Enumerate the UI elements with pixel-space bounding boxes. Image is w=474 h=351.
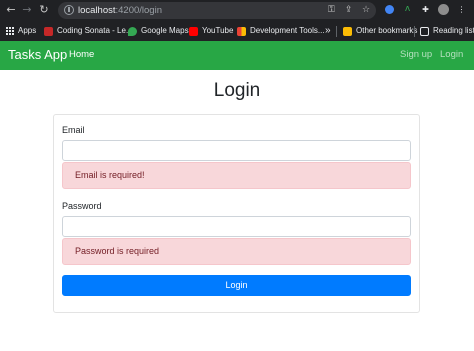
app-navbar: Tasks App Home Sign up Login bbox=[0, 41, 474, 70]
bookmark-label: Coding Sonata - Le... bbox=[57, 26, 133, 35]
email-error-alert: Email is required! bbox=[62, 162, 411, 189]
nav-signup-link[interactable]: Sign up bbox=[400, 49, 432, 61]
address-bar-row: ← → ↻ localhost:4200/login ⚿ ⇪ ☆ ʌ ✚ ⋮ bbox=[0, 0, 474, 21]
bookmark-development-tools[interactable]: Development Tools... bbox=[237, 24, 325, 38]
navbar-brand[interactable]: Tasks App bbox=[8, 47, 67, 63]
menu-kebab-icon[interactable]: ⋮ bbox=[456, 4, 467, 15]
bookmark-label: YouTube bbox=[202, 26, 234, 35]
password-field[interactable] bbox=[62, 216, 411, 237]
login-button[interactable]: Login bbox=[62, 275, 411, 296]
share-icon[interactable]: ⇪ bbox=[345, 4, 353, 17]
bookmark-label: Google Maps bbox=[141, 26, 189, 35]
nav-home-link[interactable]: Home bbox=[69, 49, 94, 61]
bookmark-youtube[interactable]: YouTube bbox=[189, 24, 233, 38]
bookmarks-bar: Apps Coding Sonata - Le... Google Maps Y… bbox=[0, 21, 474, 42]
bookmark-label: Apps bbox=[18, 26, 37, 35]
reload-icon[interactable]: ↻ bbox=[37, 2, 51, 18]
other-bookmarks[interactable]: Other bookmarks bbox=[343, 24, 417, 38]
development-tools-icon bbox=[237, 26, 246, 36]
back-icon[interactable]: ← bbox=[4, 2, 18, 18]
star-icon[interactable]: ☆ bbox=[362, 4, 370, 17]
extension-icon[interactable]: ʌ bbox=[402, 4, 413, 15]
bookmark-label: Development Tools... bbox=[250, 26, 325, 35]
nav-login-link[interactable]: Login bbox=[440, 49, 463, 61]
reading-list[interactable]: Reading list bbox=[420, 24, 474, 38]
password-label: Password bbox=[62, 201, 102, 211]
bookmarks-overflow-button[interactable]: » bbox=[325, 24, 331, 38]
puzzle-icon[interactable]: ✚ bbox=[420, 4, 431, 15]
bookmarks-divider bbox=[414, 26, 415, 37]
reading-list-icon bbox=[420, 26, 429, 36]
address-bar[interactable]: localhost:4200/login ⚿ ⇪ ☆ bbox=[58, 2, 376, 19]
password-error-alert: Password is required bbox=[62, 238, 411, 265]
url-host: localhost bbox=[78, 5, 116, 16]
info-icon[interactable] bbox=[64, 5, 74, 15]
bookmarks-divider bbox=[336, 26, 337, 37]
profile-extension-icon[interactable] bbox=[385, 5, 394, 14]
key-icon[interactable]: ⚿ bbox=[328, 4, 335, 17]
folder-icon bbox=[343, 26, 352, 36]
google-maps-icon bbox=[128, 26, 137, 36]
other-bookmarks-label: Other bookmarks bbox=[356, 26, 418, 35]
browser-chrome: ← → ↻ localhost:4200/login ⚿ ⇪ ☆ ʌ ✚ ⋮ A… bbox=[0, 0, 474, 42]
page-title: Login bbox=[213, 80, 261, 101]
avatar-icon[interactable] bbox=[438, 4, 449, 15]
coding-sonata-icon bbox=[44, 26, 53, 36]
apps-grid-icon bbox=[6, 27, 14, 35]
url-path: :4200/login bbox=[115, 5, 162, 16]
email-label: Email bbox=[62, 125, 85, 135]
bookmark-coding-sonata[interactable]: Coding Sonata - Le... bbox=[44, 24, 133, 38]
bookmark-google-maps[interactable]: Google Maps bbox=[128, 24, 189, 38]
youtube-icon bbox=[189, 26, 198, 36]
url-text[interactable]: localhost:4200/login bbox=[78, 4, 162, 17]
bookmark-apps[interactable]: Apps bbox=[6, 24, 36, 38]
reading-list-label: Reading list bbox=[433, 26, 474, 35]
email-field[interactable] bbox=[62, 140, 411, 161]
forward-icon[interactable]: → bbox=[20, 2, 34, 18]
